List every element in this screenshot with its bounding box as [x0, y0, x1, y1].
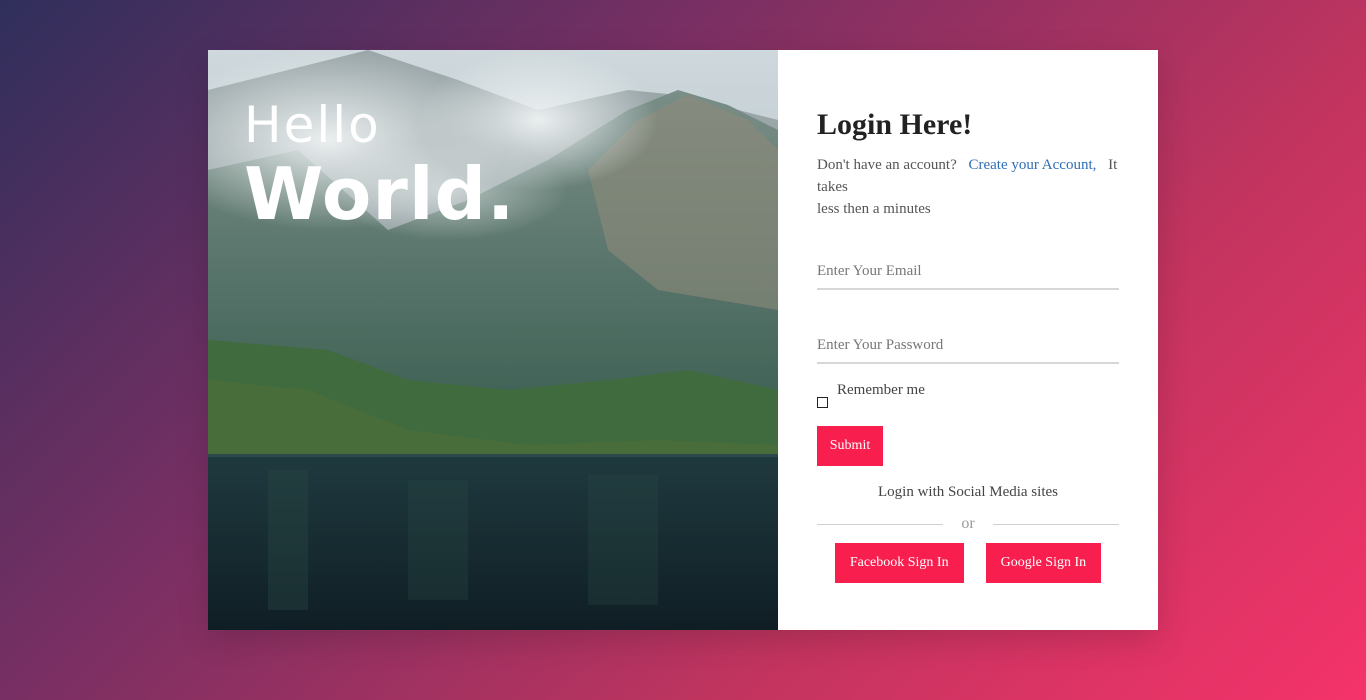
password-field-wrapper — [817, 336, 1119, 364]
email-input[interactable] — [817, 263, 1119, 280]
social-login-label: Login with Social Media sites — [878, 484, 1058, 500]
page-title: Login Here! — [817, 108, 973, 141]
divider-line-left — [817, 523, 943, 525]
social-buttons: Facebook Sign In Google Sign In — [817, 543, 1119, 583]
minutes-text: less then a minutes — [817, 201, 931, 217]
login-card: Hello World. Login Here! Don't have an a… — [208, 50, 1158, 630]
email-field-wrapper — [817, 262, 1119, 290]
hero-line-2: World. — [244, 152, 516, 236]
submit-button[interactable]: Submit — [817, 426, 883, 466]
create-account-link[interactable]: Create your Account, — [968, 157, 1096, 173]
remember-me-checkbox[interactable] — [817, 397, 828, 408]
hero-heading: Hello World. — [244, 100, 515, 230]
divider-line-right — [992, 523, 1119, 525]
password-input[interactable] — [817, 337, 1119, 354]
login-panel: Login Here! Don't have an account? Creat… — [778, 50, 1158, 630]
signup-prompt: Don't have an account? Create your Accou… — [817, 154, 1119, 220]
remember-me-label: Remember me — [837, 382, 925, 398]
facebook-signin-button[interactable]: Facebook Sign In — [834, 543, 964, 583]
signup-prompt-text: Don't have an account? — [817, 157, 957, 173]
hero-line-1: Hello — [244, 96, 381, 154]
or-divider: or — [817, 515, 1119, 533]
remember-me-row: Remember me — [817, 382, 1119, 412]
google-signin-button[interactable]: Google Sign In — [985, 543, 1102, 583]
or-text: or — [961, 515, 975, 532]
hero-panel: Hello World. — [208, 50, 778, 630]
